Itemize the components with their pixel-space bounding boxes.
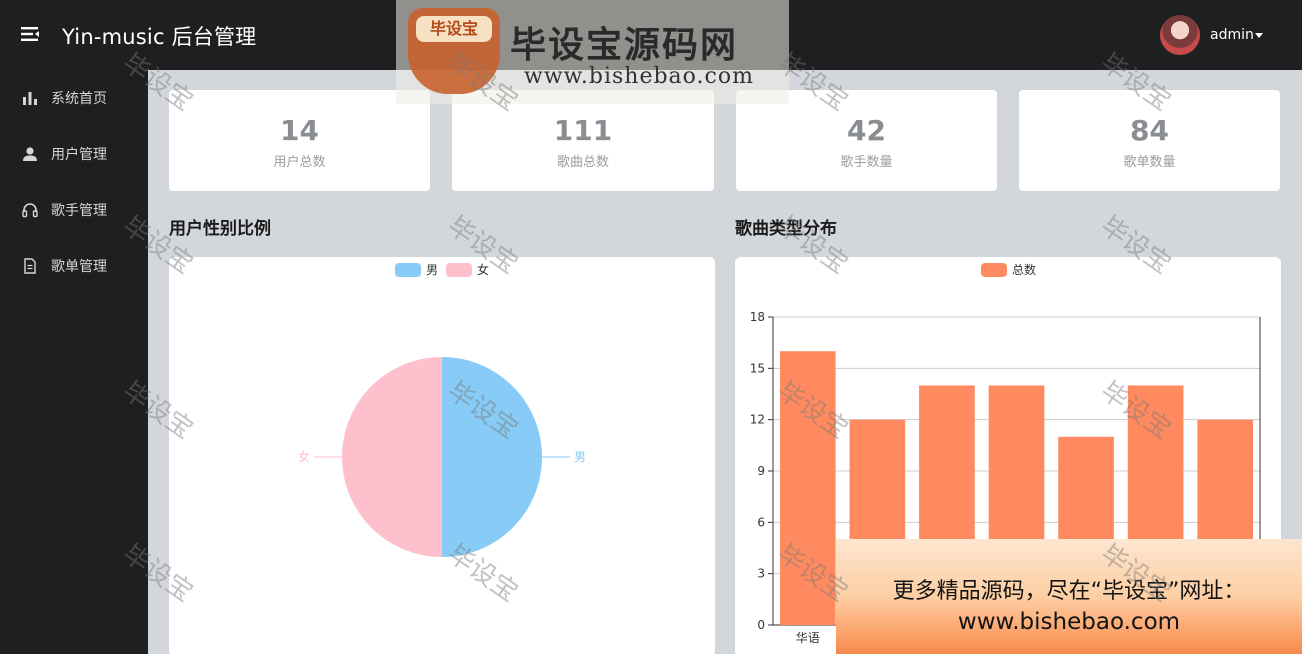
- x-tick-label: 华语: [796, 631, 820, 645]
- stat-value: 111: [553, 114, 613, 147]
- legend-item-male[interactable]: 男: [395, 261, 438, 278]
- pie-label: 女: [298, 449, 310, 464]
- pie-slice-0[interactable]: [442, 357, 542, 557]
- stat-value: 42: [847, 114, 886, 147]
- y-tick-label: 0: [757, 618, 765, 632]
- stat-card-playlists: 84 歌单数量: [1019, 90, 1280, 191]
- y-tick-label: 15: [750, 361, 765, 375]
- sidebar-item-dashboard[interactable]: 系统首页: [0, 70, 148, 126]
- watermark-badge: 毕设宝 毕设宝源码网 www.bishebao.com: [396, 0, 789, 104]
- sidebar-item-singers[interactable]: 歌手管理: [0, 182, 148, 238]
- legend-swatch: [981, 262, 1007, 277]
- sidebar-item-label: 歌手管理: [51, 203, 107, 219]
- sidebar-item-playlists[interactable]: 歌单管理: [0, 238, 148, 294]
- stat-card-songs: 111 歌曲总数: [452, 90, 714, 191]
- y-tick-label: 18: [750, 310, 765, 324]
- app-title: Yin-music 后台管理: [62, 25, 257, 49]
- legend-label: 女: [477, 263, 490, 277]
- watermark-url: www.bishebao.com: [524, 64, 754, 89]
- pie-label: 男: [574, 450, 586, 464]
- bar-0[interactable]: [779, 351, 836, 625]
- legend-swatch: [395, 262, 421, 277]
- stat-value: 14: [280, 114, 319, 147]
- pie-slice-1[interactable]: [342, 357, 442, 557]
- stat-card-users: 14 用户总数: [169, 90, 430, 191]
- legend-item-total[interactable]: 总数: [981, 261, 1036, 278]
- y-tick-label: 9: [757, 464, 765, 478]
- sidebar-item-label: 歌单管理: [51, 259, 107, 275]
- user-avatar[interactable]: [1160, 15, 1200, 55]
- watermark-brand: 毕设宝源码网: [510, 25, 739, 66]
- promo-banner: 更多精品源码，尽在“毕设宝”网址： www.bishebao.com: [836, 539, 1302, 654]
- sidebar-item-label: 用户管理: [51, 147, 107, 163]
- stat-card-singers: 42 歌手数量: [736, 90, 997, 191]
- genre-chart-title: 歌曲类型分布: [735, 219, 837, 239]
- menu-fold-icon[interactable]: [20, 24, 40, 44]
- y-tick-label: 6: [757, 515, 765, 529]
- y-tick-label: 12: [750, 413, 765, 427]
- stat-label: 歌单数量: [1123, 155, 1176, 170]
- bar-chart-icon: [23, 92, 37, 105]
- sidebar-item-users[interactable]: 用户管理: [0, 126, 148, 182]
- promo-url: www.bishebao.com: [957, 609, 1181, 635]
- user-icon: [23, 147, 37, 161]
- headphones-icon: [22, 203, 38, 218]
- username-dropdown[interactable]: admin: [1210, 27, 1254, 43]
- gender-pie-chart: 男女: [298, 357, 586, 557]
- y-tick-label: 3: [757, 567, 765, 581]
- gender-chart-title: 用户性别比例: [169, 219, 271, 239]
- watermark-logo-text: 毕设宝: [416, 16, 492, 42]
- legend-item-female[interactable]: 女: [446, 261, 489, 278]
- stat-label: 歌手数量: [840, 155, 893, 170]
- legend-label: 总数: [1012, 263, 1037, 277]
- stat-value: 84: [1130, 114, 1169, 147]
- legend-swatch: [446, 262, 472, 277]
- stat-label: 歌曲总数: [556, 155, 609, 170]
- legend-label: 男: [426, 263, 439, 277]
- sidebar-item-label: 系统首页: [51, 91, 107, 107]
- caret-down-icon[interactable]: [1255, 33, 1263, 38]
- document-icon: [24, 258, 36, 274]
- stat-label: 用户总数: [273, 155, 326, 170]
- promo-text: 更多精品源码，尽在“毕设宝”网址：: [892, 579, 1246, 604]
- sidebar: 系统首页 用户管理 歌手管理 歌单管理: [0, 70, 148, 654]
